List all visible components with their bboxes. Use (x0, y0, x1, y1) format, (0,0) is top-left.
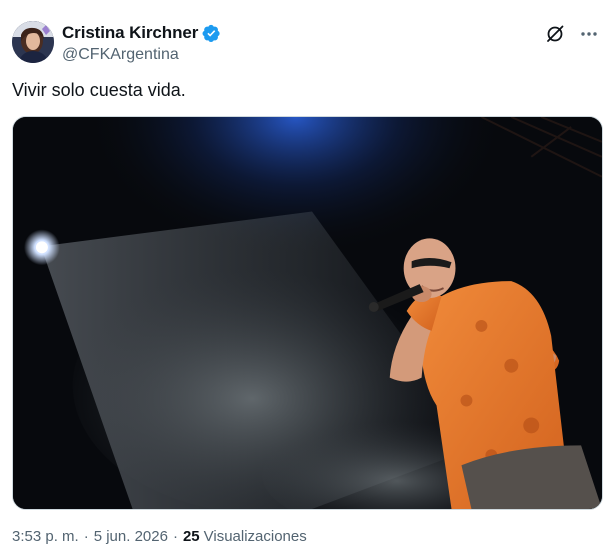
tweet-date-link[interactable]: 5 jun. 2026 (94, 528, 168, 545)
tweet-header: Cristina Kirchner @CFKArgentina (12, 21, 600, 65)
author-names: Cristina Kirchner @CFKArgentina (62, 22, 221, 64)
tweet-time-link[interactable]: 3:53 p. m. (12, 528, 79, 545)
verified-badge-icon[interactable] (202, 24, 221, 43)
avatar[interactable] (12, 21, 54, 63)
grok-slash-icon[interactable] (544, 23, 566, 45)
tweet-photo[interactable] (12, 116, 603, 510)
tweet-text: Vivir solo cuesta vida. (12, 80, 186, 100)
views-count: 25 (182, 528, 200, 545)
tweet-meta: 3:53 p. m. · 5 jun. 2026 · 25 Visualizac… (12, 528, 307, 545)
meta-separator: · (172, 528, 178, 545)
more-horizontal-icon[interactable] (578, 23, 600, 45)
display-name[interactable]: Cristina Kirchner (62, 23, 198, 43)
tweet-card: Cristina Kirchner @CFKArgentina Vivir so… (0, 0, 610, 556)
author-handle[interactable]: @CFKArgentina (62, 46, 221, 64)
display-name-row: Cristina Kirchner (62, 22, 221, 44)
views-label: Visualizaciones (203, 528, 307, 545)
meta-separator: · (83, 528, 89, 545)
